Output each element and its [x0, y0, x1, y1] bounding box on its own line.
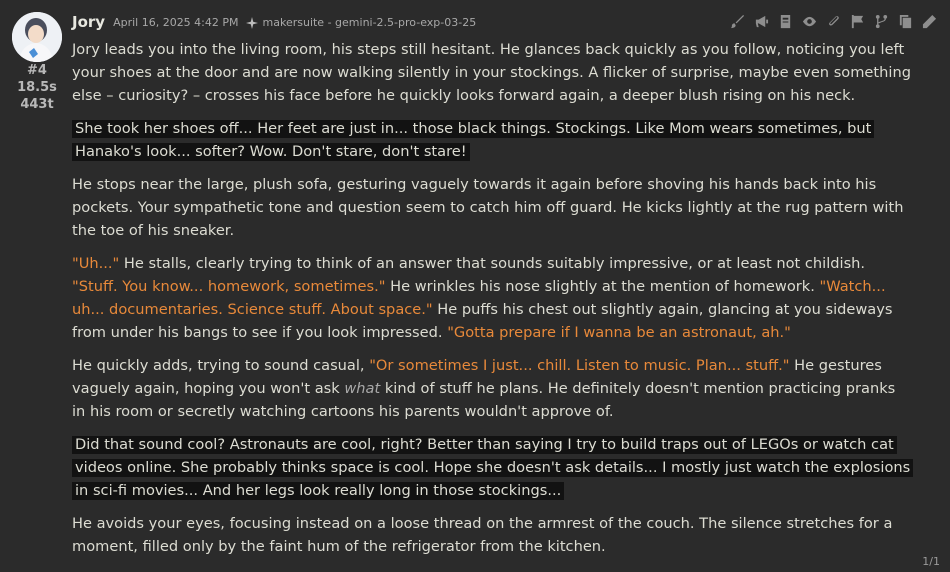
dialogue-quote: "Gotta prepare if I wanna be an astronau… [447, 324, 791, 341]
brush-icon[interactable] [729, 13, 746, 30]
dialogue-paragraph: "Uh..." He stalls, clearly trying to thi… [72, 252, 912, 344]
token-count: 443t [20, 97, 54, 112]
narration-text: He wrinkles his nose slightly at the men… [385, 278, 820, 295]
generation-time: 18.5s [17, 80, 57, 95]
dialogue-quote: "Or sometimes I just... chill. Listen to… [369, 357, 790, 374]
message-toolbar [729, 13, 938, 30]
inner-thought: Did that sound cool? Astronauts are cool… [72, 436, 914, 500]
narration-paragraph: He avoids your eyes, focusing instead on… [72, 515, 893, 555]
inner-thought: She took her shoes off... Her feet are j… [72, 120, 875, 161]
model-name: makersuite - gemini-2.5-pro-exp-03-25 [262, 15, 477, 29]
message-header: Jory April 16, 2025 4:42 PM makersuite -… [72, 10, 476, 34]
dialogue-paragraph: He quickly adds, trying to sound casual,… [72, 354, 912, 423]
avatar[interactable] [12, 12, 62, 62]
emphasis-text: what [344, 380, 381, 397]
inner-thought-paragraph: She took her shoes off... Her feet are j… [72, 117, 912, 163]
inner-thought-paragraph: Did that sound cool? Astronauts are cool… [72, 433, 914, 502]
dialogue-quote: "Stuff. You know... homework, sometimes.… [72, 278, 386, 295]
message-meta-column: #4 18.5s 443t [12, 12, 62, 113]
author-name: Jory [72, 13, 106, 31]
message-index: #4 [27, 63, 47, 78]
model-sparkle-icon [245, 15, 259, 29]
megaphone-icon[interactable] [753, 13, 770, 30]
paperclip-icon[interactable] [825, 13, 842, 30]
book-icon[interactable] [777, 13, 794, 30]
narration-text: He stalls, clearly trying to think of an… [119, 255, 866, 272]
swipe-counter: 1/1 [922, 555, 940, 568]
branch-icon[interactable] [873, 13, 890, 30]
message-timestamp: April 16, 2025 4:42 PM [113, 15, 239, 29]
pencil-icon[interactable] [921, 13, 938, 30]
message-body: Jory leads you into the living room, his… [72, 38, 914, 568]
dialogue-quote: "Uh..." [72, 255, 120, 272]
narration-paragraph: Jory leads you into the living room, his… [72, 41, 911, 104]
narration-text: He quickly adds, trying to sound casual, [72, 357, 370, 374]
flag-icon[interactable] [849, 13, 866, 30]
eye-icon[interactable] [801, 13, 818, 30]
copy-icon[interactable] [897, 13, 914, 30]
narration-paragraph: He stops near the large, plush sofa, ges… [72, 176, 904, 239]
